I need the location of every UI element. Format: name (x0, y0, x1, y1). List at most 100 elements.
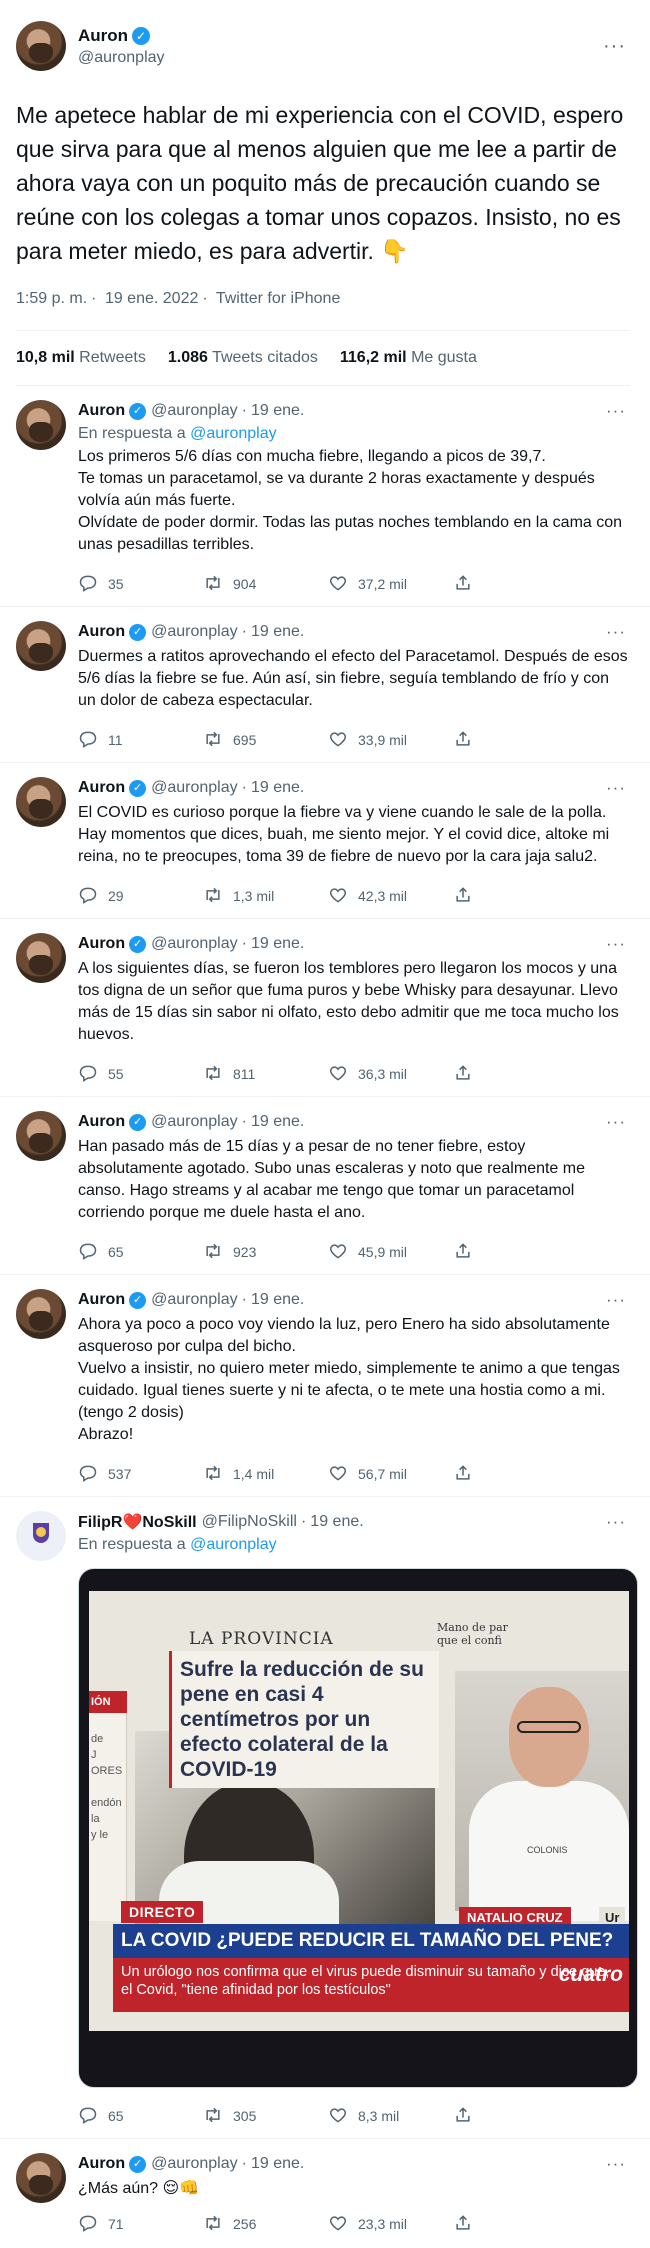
reply-date[interactable]: 19 ene. (251, 1291, 304, 1309)
news-headline: Sufre la reducción de su pene en casi 4 … (169, 1651, 439, 1788)
reply-tweet[interactable]: Auron ✓ @auronplay · 19 ene. ··· Ahora y… (0, 1275, 650, 1497)
reply-body: Auron ✓ @auronplay · 19 ene. ··· ¿Más aú… (78, 2153, 630, 2236)
retweet-button[interactable]: 811 (203, 1063, 328, 1085)
avatar[interactable] (16, 1289, 66, 1339)
more-options-icon[interactable]: ··· (599, 35, 630, 58)
likes-stat[interactable]: 116,2 mil Me gusta (340, 349, 477, 367)
reply-date[interactable]: 19 ene. (251, 623, 304, 641)
share-button[interactable] (453, 2105, 578, 2127)
tweet-source[interactable]: Twitter for iPhone (216, 290, 341, 307)
author-handle[interactable]: @auronplay (78, 49, 599, 67)
more-options-icon[interactable]: ··· (602, 622, 630, 642)
tweet-date[interactable]: 19 ene. 2022 (105, 290, 198, 307)
like-button[interactable]: 8,3 mil (328, 2105, 453, 2127)
reply-button[interactable]: 29 (78, 885, 203, 907)
avatar[interactable] (16, 400, 66, 450)
reply-date[interactable]: 19 ene. (310, 1513, 363, 1531)
author-name[interactable]: Auron (78, 779, 125, 797)
share-button[interactable] (453, 1063, 578, 1085)
reply-date[interactable]: 19 ene. (251, 2155, 304, 2173)
avatar[interactable] (16, 2153, 66, 2203)
like-button[interactable]: 37,2 mil (328, 573, 453, 595)
in-reply-prefix: En respuesta a (78, 425, 186, 442)
more-options-icon[interactable]: ··· (602, 1112, 630, 1132)
reply-button[interactable]: 55 (78, 1063, 203, 1085)
author-handle[interactable]: @auronplay (151, 2155, 238, 2173)
retweet-button[interactable]: 1,4 mil (203, 1463, 328, 1485)
author-handle[interactable]: @auronplay (151, 779, 238, 797)
reply-tweet[interactable]: Auron ✓ @auronplay · 19 ene. ··· Han pas… (0, 1097, 650, 1275)
share-button[interactable] (453, 729, 578, 751)
reply-tweet[interactable]: Auron ✓ @auronplay · 19 ene. ··· Duermes… (0, 607, 650, 763)
reply-tweet[interactable]: Auron ✓ @auronplay · 19 ene. ··· El COVI… (0, 763, 650, 919)
share-button[interactable] (453, 885, 578, 907)
share-button[interactable] (453, 2213, 578, 2235)
quotes-stat[interactable]: 1.086 Tweets citados (168, 349, 318, 367)
author-handle[interactable]: @auronplay (151, 1113, 238, 1131)
author-name[interactable]: Auron (78, 2155, 125, 2173)
retweet-button[interactable]: 695 (203, 729, 328, 751)
reply-tweet[interactable]: Auron ✓ @auronplay · 19 ene. ··· En resp… (0, 386, 650, 607)
reply-date[interactable]: 19 ene. (251, 779, 304, 797)
reply-date[interactable]: 19 ene. (251, 1113, 304, 1131)
avatar[interactable] (16, 21, 66, 71)
retweets-stat[interactable]: 10,8 mil Retweets (16, 349, 146, 367)
share-button[interactable] (453, 1463, 578, 1485)
more-options-icon[interactable]: ··· (602, 2154, 630, 2174)
reply-tweet[interactable]: Auron ✓ @auronplay · 19 ene. ··· ¿Más aú… (0, 2139, 650, 2246)
share-button[interactable] (453, 1241, 578, 1263)
avatar[interactable] (16, 1511, 66, 1561)
more-options-icon[interactable]: ··· (602, 934, 630, 954)
retweet-button[interactable]: 923 (203, 1241, 328, 1263)
author-name[interactable]: Auron (78, 623, 125, 641)
reply-button[interactable]: 11 (78, 729, 203, 751)
author-name[interactable]: Auron (78, 26, 128, 46)
like-button[interactable]: 36,3 mil (328, 1063, 453, 1085)
live-label: DIRECTO (121, 1901, 204, 1923)
more-options-icon[interactable]: ··· (602, 1512, 630, 1532)
reply-button[interactable]: 65 (78, 1241, 203, 1263)
retweet-button[interactable]: 305 (203, 2105, 328, 2127)
author-name[interactable]: Auron (78, 402, 125, 420)
reply-tweet[interactable]: FilipR❤️NoSkill @FilipNoSkill · 19 ene. … (0, 1497, 650, 2139)
author-name[interactable]: Auron (78, 1113, 125, 1131)
share-button[interactable] (453, 573, 578, 595)
tv-screen: LA PROVINCIA Mano de par que el confi IÓ… (89, 1591, 629, 2031)
reply-button[interactable]: 71 (78, 2213, 203, 2235)
author-handle[interactable]: @auronplay (151, 1291, 238, 1309)
avatar[interactable] (16, 621, 66, 671)
reply-button[interactable]: 35 (78, 573, 203, 595)
reply-button[interactable]: 65 (78, 2105, 203, 2127)
author-handle[interactable]: @auronplay (151, 623, 238, 641)
retweet-button[interactable]: 256 (203, 2213, 328, 2235)
more-options-icon[interactable]: ··· (602, 778, 630, 798)
in-reply-handle-link[interactable]: @auronplay (190, 425, 277, 442)
avatar[interactable] (16, 1111, 66, 1161)
reply-date[interactable]: 19 ene. (251, 935, 304, 953)
retweet-button[interactable]: 1,3 mil (203, 885, 328, 907)
like-button[interactable]: 23,3 mil (328, 2213, 453, 2235)
tweet-time[interactable]: 1:59 p. m. (16, 290, 87, 307)
reply-date[interactable]: 19 ene. (251, 402, 304, 420)
avatar[interactable] (16, 933, 66, 983)
author-handle[interactable]: @FilipNoSkill (202, 1513, 297, 1531)
like-button[interactable]: 45,9 mil (328, 1241, 453, 1263)
in-reply-handle-link[interactable]: @auronplay (190, 1536, 277, 1553)
author-name[interactable]: Auron (78, 1291, 125, 1309)
like-button[interactable]: 56,7 mil (328, 1463, 453, 1485)
attached-photo[interactable]: LA PROVINCIA Mano de par que el confi IÓ… (78, 1568, 638, 2088)
more-options-icon[interactable]: ··· (602, 1290, 630, 1310)
like-button[interactable]: 33,9 mil (328, 729, 453, 751)
more-options-icon[interactable]: ··· (602, 401, 630, 421)
verified-icon: ✓ (129, 2155, 147, 2173)
like-count: 23,3 mil (358, 2216, 408, 2232)
reply-button[interactable]: 537 (78, 1463, 203, 1485)
reply-tweet[interactable]: Auron ✓ @auronplay · 19 ene. ··· A los s… (0, 919, 650, 1097)
retweet-button[interactable]: 904 (203, 573, 328, 595)
avatar[interactable] (16, 777, 66, 827)
like-button[interactable]: 42,3 mil (328, 885, 453, 907)
author-handle[interactable]: @auronplay (151, 935, 238, 953)
author-name[interactable]: Auron (78, 935, 125, 953)
author-handle[interactable]: @auronplay (151, 402, 238, 420)
author-name[interactable]: FilipR❤️NoSkill (78, 1512, 197, 1532)
